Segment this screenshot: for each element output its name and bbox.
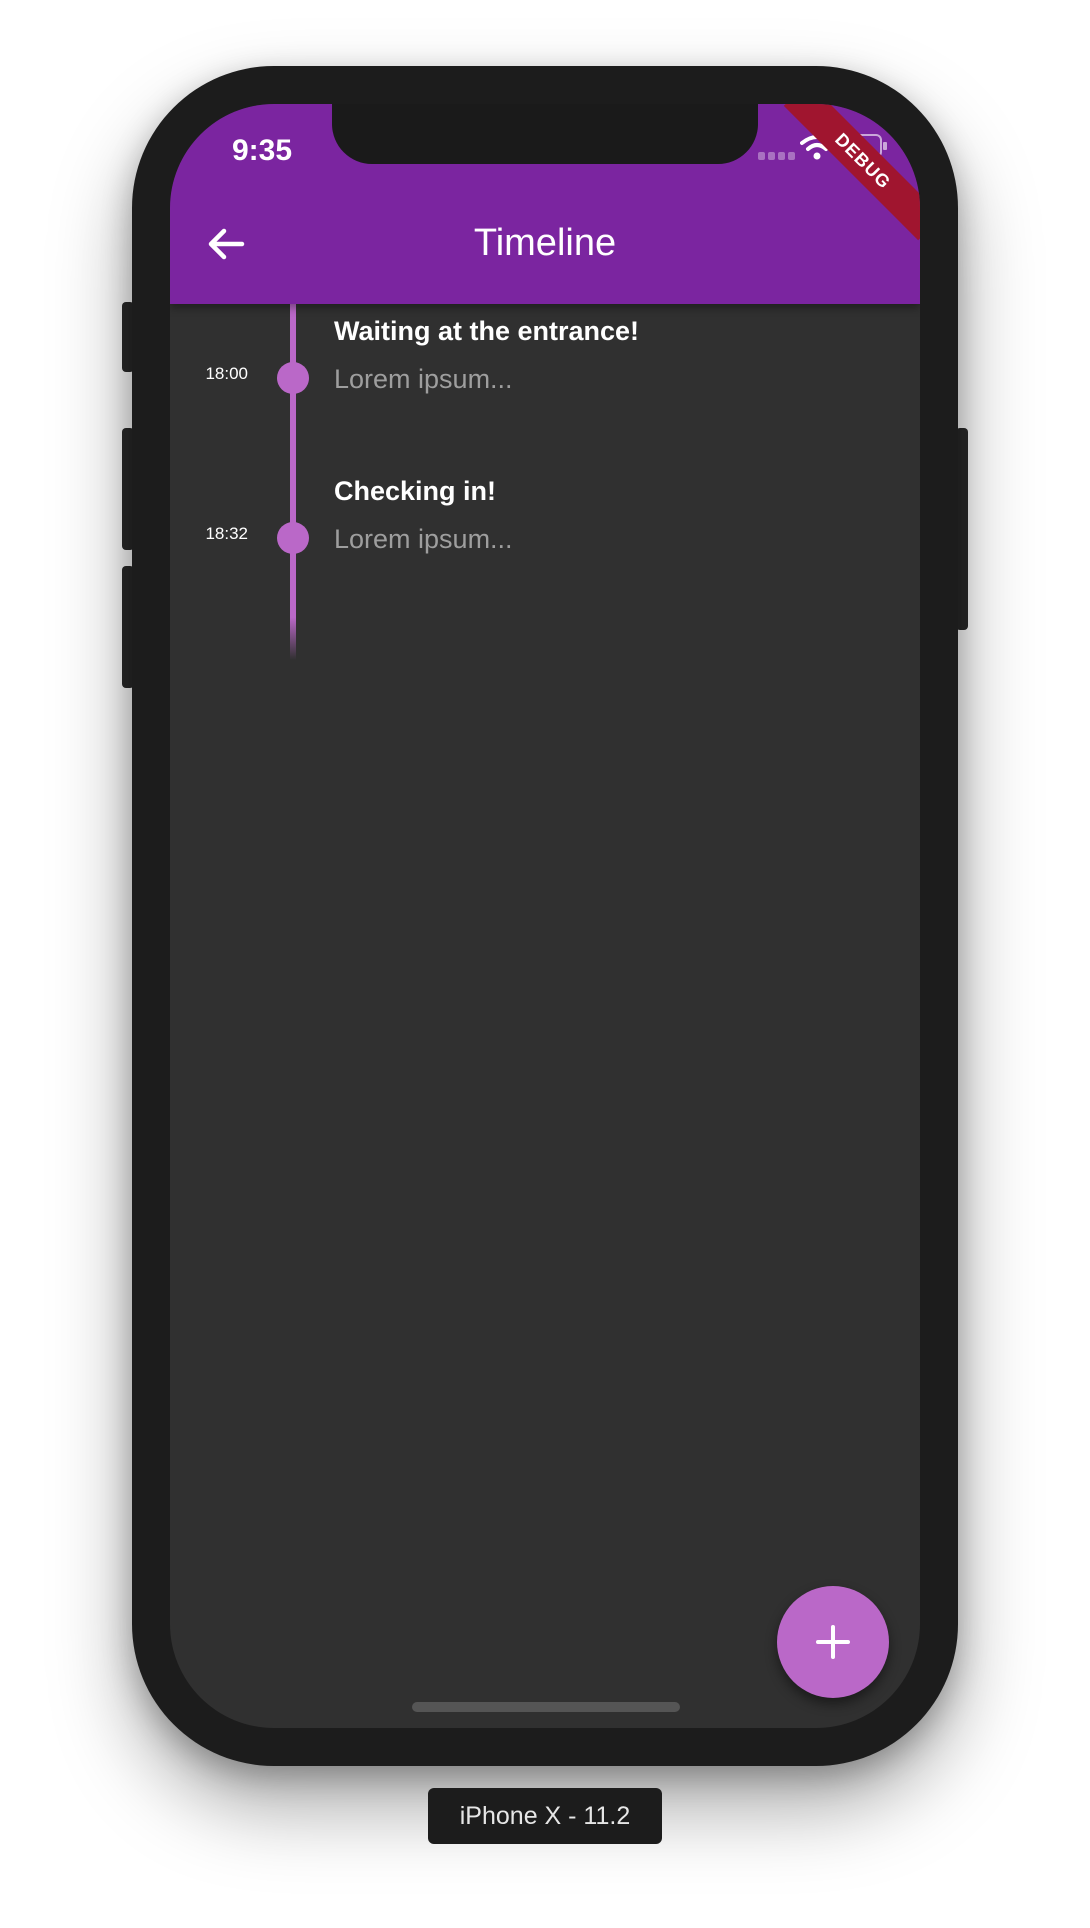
timeline-dot-icon [277,362,309,394]
app-bar: 9:35 DEBUG Timeline [170,104,920,304]
timeline-dot-icon [277,522,309,554]
event-description: Lorem ipsum... [334,524,513,554]
event-time: 18:00 [205,364,248,383]
event-time: 18:32 [205,524,248,543]
debug-banner-label: DEBUG [783,104,920,241]
timeline-event[interactable]: 18:00 Waiting at the entrance! Lorem ips… [170,304,920,444]
add-event-button[interactable] [777,1586,889,1698]
arrow-back-icon[interactable] [204,222,248,266]
device-label: iPhone X - 11.2 [428,1788,662,1844]
plus-icon [816,1625,850,1659]
battery-icon [842,134,887,158]
event-description: Lorem ipsum... [334,364,513,394]
page-title: Timeline [473,222,617,264]
event-title: Checking in! [334,476,497,506]
simulator-window: 9:35 DEBUG Timeline 18:00 Waiting at the… [0,0,1090,1928]
home-indicator[interactable] [412,1702,680,1712]
event-title: Waiting at the entrance! [334,316,640,346]
status-time: 9:35 [232,134,293,167]
wifi-icon [800,135,834,160]
timeline-line [290,304,296,660]
app-screen: 9:35 DEBUG Timeline 18:00 Waiting at the… [170,104,920,1728]
signal-icon [758,152,795,160]
notch [332,104,758,164]
timeline-event[interactable]: 18:32 Checking in! Lorem ipsum... [170,464,920,604]
